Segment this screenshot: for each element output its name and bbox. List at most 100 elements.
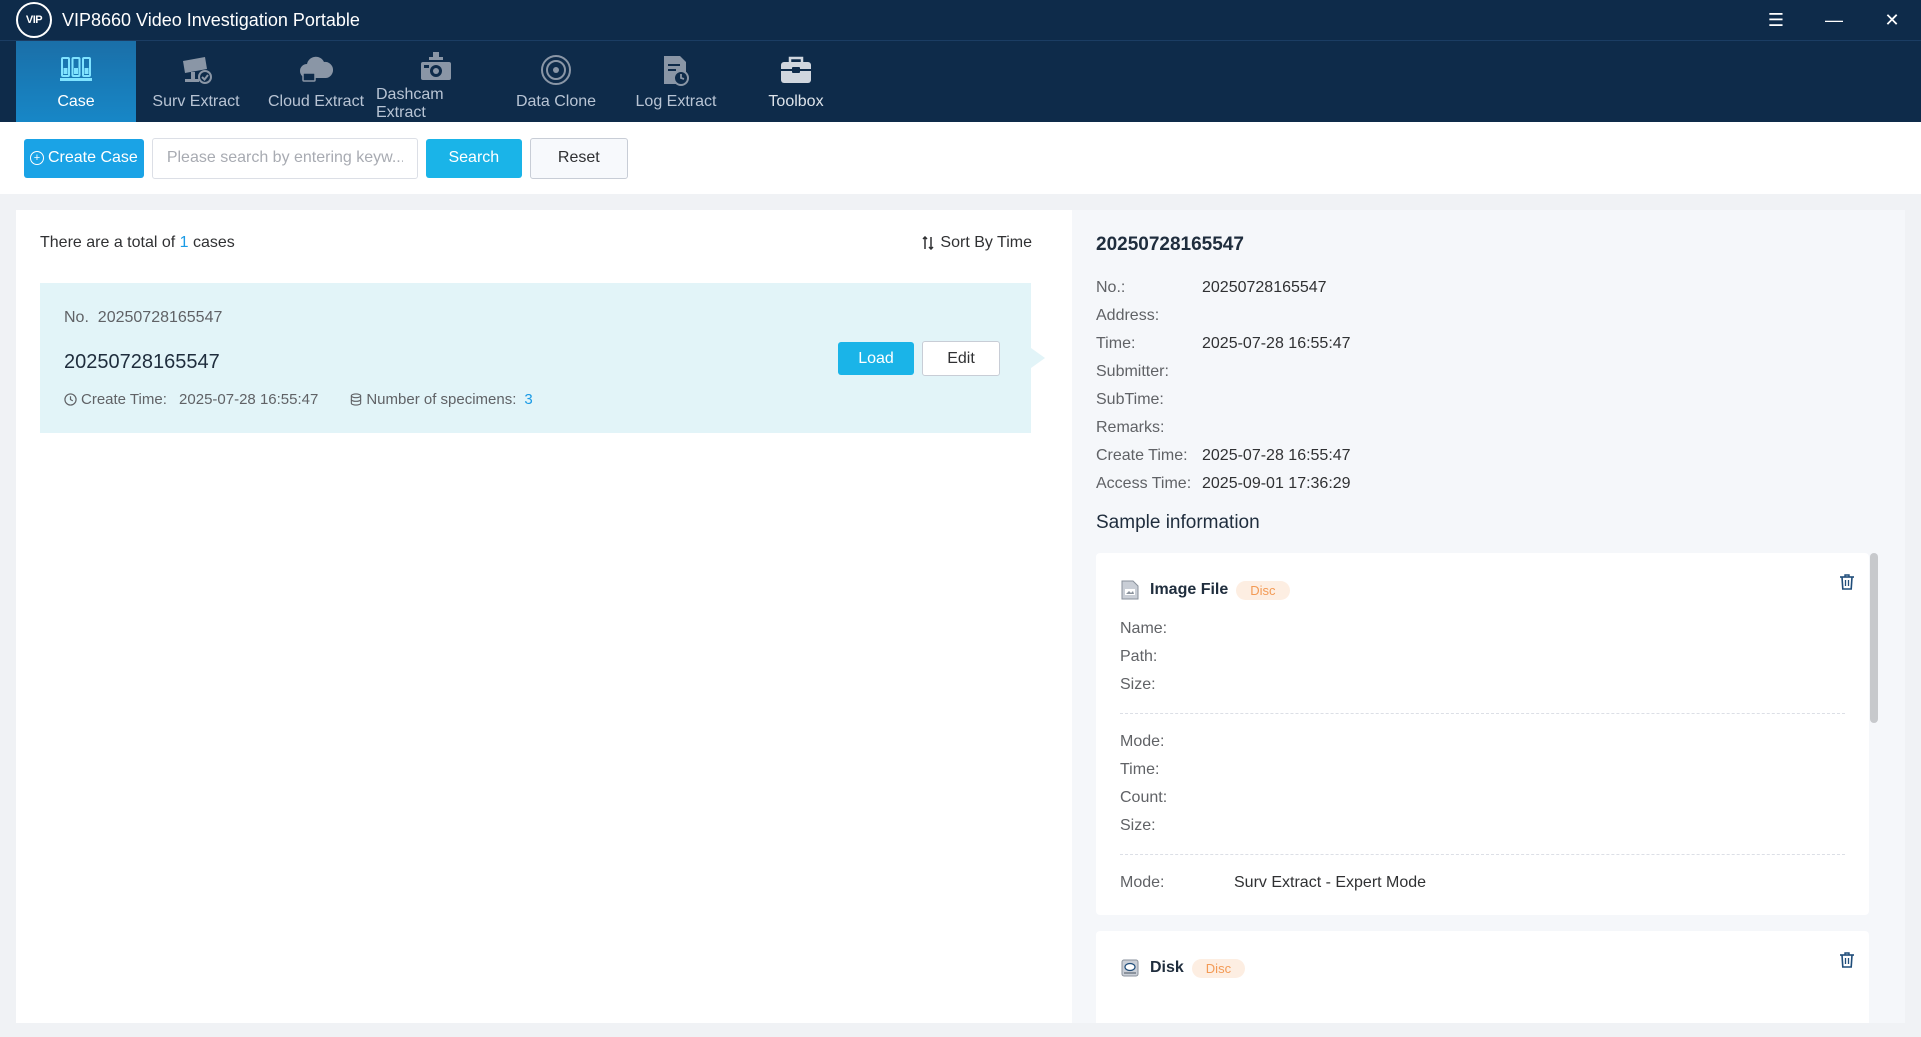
- total-cases-text: There are a total of 1 cases: [40, 234, 235, 252]
- trash-icon[interactable]: [1839, 573, 1855, 591]
- sample-label: Size:: [1120, 676, 1156, 693]
- dashcam-icon: [416, 50, 456, 83]
- total-suffix: cases: [193, 234, 235, 251]
- reset-button[interactable]: Reset: [529, 137, 628, 179]
- specimens-count: 3: [524, 391, 533, 408]
- info-row-no: No.: 20250728165547: [1096, 274, 1351, 302]
- nav-label: Dashcam Extract: [376, 86, 444, 121]
- plus-circle-icon: +: [30, 151, 44, 165]
- case-list-panel: There are a total of 1 cases Sort By Tim…: [16, 210, 1072, 1023]
- nav-label: Case: [57, 93, 95, 110]
- sample-card-image-file: Image File Disc Name: Path: Size: Mode: …: [1096, 553, 1869, 915]
- disc-icon: [536, 50, 576, 90]
- nav-item-toolbox[interactable]: Toolbox: [736, 41, 856, 122]
- sample-label: Mode:: [1120, 874, 1165, 891]
- sample-row-size-2: Size:: [1120, 812, 1845, 840]
- nav-label: Toolbox: [768, 93, 824, 110]
- sample-row-count: Count:: [1120, 784, 1845, 812]
- case-create-time: Create Time: 2025-07-28 16:55:47: [64, 391, 318, 408]
- minimize-icon[interactable]: —: [1805, 0, 1863, 41]
- info-label: Submitter:: [1096, 363, 1169, 380]
- specimens-label: Number of specimens:: [366, 391, 517, 408]
- cloud-icon: [296, 50, 336, 90]
- create-time-label: Create Time:: [81, 391, 167, 408]
- case-detail-panel: 20250728165547 No.: 20250728165547 Addres…: [1072, 210, 1905, 1023]
- nav-label: Log Extract: [635, 93, 717, 110]
- info-row-address: Address:: [1096, 302, 1351, 330]
- sample-name: Disk: [1150, 959, 1184, 976]
- surveillance-camera-icon: [176, 50, 216, 90]
- info-value: 2025-07-28 16:55:47: [1202, 447, 1351, 464]
- sample-label: Count:: [1120, 789, 1168, 806]
- nav-label: Surv Extract: [152, 93, 240, 110]
- sample-label: Size:: [1120, 817, 1156, 834]
- sample-label: Time:: [1120, 761, 1160, 778]
- edit-button[interactable]: Edit: [922, 341, 1000, 376]
- sample-label: Name:: [1120, 620, 1168, 637]
- trash-icon[interactable]: [1839, 951, 1855, 969]
- divider: [1120, 713, 1845, 714]
- database-icon: [351, 393, 362, 406]
- main-nav: Case Surv Extract Cloud Extract Dashcam …: [0, 41, 1921, 122]
- nav-item-dashcam-extract[interactable]: Dashcam Extract: [376, 41, 496, 122]
- create-time-value: 2025-07-28 16:55:47: [179, 391, 319, 408]
- sample-row-mode: Mode:: [1120, 728, 1845, 756]
- case-specimens: Number of specimens: 3: [350, 391, 533, 408]
- nav-item-data-clone[interactable]: Data Clone: [496, 41, 616, 122]
- toolbar: + Create Case Search Reset: [0, 122, 1921, 194]
- nav-label: Cloud Extract: [267, 93, 365, 110]
- sample-value: Surv Extract - Expert Mode: [1234, 874, 1427, 891]
- info-row-submitter: Submitter:: [1096, 358, 1351, 386]
- info-row-subtime: SubTime:: [1096, 386, 1351, 414]
- menu-icon[interactable]: ☰: [1747, 0, 1805, 41]
- case-no-value: 20250728165547: [97, 309, 223, 326]
- detail-info-list: No.: 20250728165547 Address: Time: 2025-07…: [1096, 274, 1351, 498]
- nav-item-cloud-extract[interactable]: Cloud Extract: [256, 41, 376, 122]
- case-icon: [56, 50, 96, 90]
- info-label: Address:: [1096, 307, 1160, 324]
- create-case-button[interactable]: + Create Case: [24, 138, 144, 178]
- clock-icon: [64, 393, 77, 406]
- info-label: Create Time:: [1096, 447, 1188, 464]
- info-row-time: Time: 2025-07-28 16:55:47: [1096, 330, 1351, 358]
- sort-by-time-button[interactable]: Sort By Time: [922, 234, 1032, 252]
- search-button[interactable]: Search: [425, 138, 522, 178]
- sample-row-path: Path:: [1120, 643, 1845, 671]
- nav-item-surv-extract[interactable]: Surv Extract: [136, 41, 256, 122]
- disk-icon: [1120, 958, 1140, 978]
- info-value: 2025-09-01 17:36:29: [1202, 475, 1351, 492]
- nav-item-log-extract[interactable]: Log Extract: [616, 41, 736, 122]
- sample-row-extract-mode: Mode: Surv Extract - Expert Mode: [1120, 869, 1845, 897]
- app-logo-text: VIP: [25, 14, 43, 26]
- nav-item-case[interactable]: Case: [16, 41, 136, 122]
- sample-row-time: Time:: [1120, 756, 1845, 784]
- info-row-create-time: Create Time: 2025-07-28 16:55:47: [1096, 442, 1351, 470]
- sample-row-name: Name:: [1120, 615, 1845, 643]
- case-name: 20250728165547: [64, 351, 220, 373]
- sample-label: Path:: [1120, 648, 1158, 665]
- app-title: VIP8660 Video Investigation Portable: [62, 9, 360, 30]
- case-number: No. 20250728165547: [64, 309, 222, 327]
- toolbox-icon: [776, 50, 816, 90]
- load-button[interactable]: Load: [838, 342, 914, 375]
- search-input[interactable]: [151, 137, 418, 179]
- sample-section-title: Sample information: [1096, 512, 1260, 533]
- detail-scrollbar[interactable]: [1870, 553, 1878, 723]
- total-count: 1: [179, 234, 189, 251]
- title-bar: VIP VIP8660 Video Investigation Portable…: [0, 0, 1921, 41]
- sample-body: Name: Path: Size: Mode: Time: Count: Siz…: [1120, 615, 1845, 897]
- sample-badge: Disc: [1191, 958, 1246, 978]
- close-icon[interactable]: ✕: [1863, 0, 1921, 41]
- sample-label: Mode:: [1120, 733, 1165, 750]
- sample-name: Image File: [1150, 581, 1229, 598]
- info-row-access-time: Access Time: 2025-09-01 17:36:29: [1096, 470, 1351, 498]
- info-value: 20250728165547: [1202, 279, 1327, 296]
- sample-header: Disk Disc: [1120, 955, 1845, 981]
- image-file-icon: [1120, 580, 1140, 600]
- app-logo: VIP: [16, 2, 52, 38]
- sample-row-size: Size:: [1120, 671, 1845, 699]
- case-meta: Create Time: 2025-07-28 16:55:47 Number …: [64, 391, 533, 408]
- info-label: SubTime:: [1096, 391, 1164, 408]
- case-card[interactable]: No. 20250728165547 20250728165547 Create…: [40, 283, 1045, 433]
- case-no-label: No.: [64, 309, 89, 326]
